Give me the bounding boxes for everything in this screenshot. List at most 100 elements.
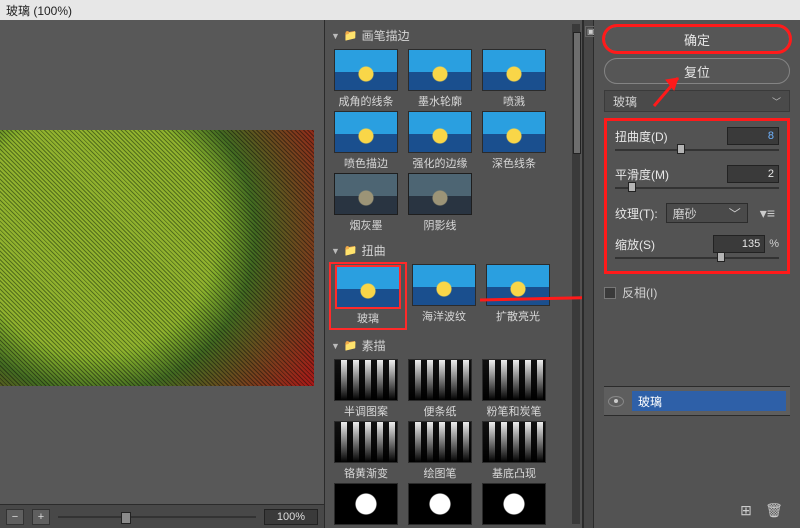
- distortion-slider[interactable]: [615, 147, 779, 153]
- thumb-label: 烟灰墨: [350, 217, 383, 233]
- folder-label: 扭曲: [362, 242, 386, 259]
- preview-canvas: [0, 130, 314, 386]
- gallery-scrollbar[interactable]: [572, 24, 580, 524]
- thumb-ocean-ripple[interactable]: 海洋波纹: [409, 264, 479, 328]
- param-distortion: 扭曲度(D): [615, 127, 779, 153]
- panel-toggle[interactable]: ▣: [583, 20, 594, 528]
- param-label: 缩放(S): [615, 236, 655, 253]
- folder-distort[interactable]: ▼ 📁 扭曲: [331, 239, 582, 262]
- thumb-label: 强化的边缘: [413, 155, 468, 171]
- applied-filters: 玻璃: [604, 386, 790, 416]
- thumb-halftone[interactable]: 半调图案: [331, 359, 401, 419]
- brush-grid: 成角的线条 墨水轮廓 喷溅 喷色描边 强化的边缘 深色线条 烟灰墨 阴影线: [331, 47, 582, 239]
- thumb-sprayed-strokes[interactable]: 喷色描边: [331, 111, 401, 171]
- chevron-down-icon: ﹀: [772, 95, 781, 108]
- thumb-reticulation[interactable]: 云彩效果: [331, 483, 401, 528]
- applied-filter-row[interactable]: 玻璃: [632, 391, 786, 411]
- param-scale: 缩放(S) %: [615, 235, 779, 261]
- scale-input[interactable]: [713, 235, 765, 253]
- invert-checkbox[interactable]: [604, 287, 616, 299]
- thumb-sumie[interactable]: 烟灰墨: [331, 173, 401, 233]
- scale-suffix: %: [769, 238, 779, 250]
- thumb-bas-relief[interactable]: 基底凸现: [479, 421, 549, 481]
- thumb-waterpaper[interactable]: 水彩画纸: [405, 483, 475, 528]
- texture-value: 磨砂: [673, 205, 697, 222]
- param-label: 纹理(T):: [615, 205, 658, 222]
- thumb-label: 便条纸: [424, 403, 457, 419]
- sketch-grid: 半调图案 便条纸 粉笔和炭笔 铬黄渐变 绘图笔 基底凸现 云彩效果 水彩画纸 撕…: [331, 357, 582, 528]
- param-label: 平滑度(M): [615, 166, 669, 183]
- zoom-in-button[interactable]: +: [32, 509, 50, 525]
- preview-pane: − + 100%: [0, 20, 325, 528]
- thumb-label: 基底凸现: [492, 465, 536, 481]
- distortion-input[interactable]: [727, 127, 779, 145]
- texture-select[interactable]: 磨砂 ﹀: [666, 203, 748, 223]
- param-smoothness: 平滑度(M): [615, 165, 779, 191]
- thumb-label: 阴影线: [424, 217, 457, 233]
- smoothness-input[interactable]: [727, 165, 779, 183]
- thumb-label: 墨水轮廓: [418, 93, 462, 109]
- chevron-down-icon: ▼: [331, 31, 340, 41]
- thumb-angled-strokes[interactable]: 成角的线条: [331, 49, 401, 109]
- params-box: 扭曲度(D) 平滑度(M) 纹理(T): 磨砂 ﹀: [604, 118, 790, 274]
- distort-grid: 玻璃 海洋波纹 扩散亮光: [331, 262, 582, 334]
- thumb-label: 喷色描边: [344, 155, 388, 171]
- thumb-glass[interactable]: 玻璃: [331, 264, 405, 328]
- param-texture: 纹理(T): 磨砂 ﹀ ▾≡: [615, 203, 779, 223]
- applied-filter-label: 玻璃: [638, 393, 662, 410]
- thumb-label: 玻璃: [357, 310, 379, 326]
- folder-label: 素描: [362, 337, 386, 354]
- folder-label: 画笔描边: [362, 27, 410, 44]
- filter-name: 玻璃: [613, 93, 637, 110]
- filter-gallery: ▼ 📁 画笔描边 成角的线条 墨水轮廓 喷溅 喷色描边 强化的边缘 深色线条 烟…: [325, 20, 583, 528]
- thumb-label: 铬黄渐变: [344, 465, 388, 481]
- folder-brush-strokes[interactable]: ▼ 📁 画笔描边: [331, 24, 582, 47]
- invert-row: 反相(I): [604, 280, 790, 301]
- reset-button[interactable]: 复位: [604, 58, 790, 84]
- visibility-icon[interactable]: [608, 396, 624, 407]
- thumb-chrome[interactable]: 铬黄渐变: [331, 421, 401, 481]
- load-texture-button[interactable]: ▾≡: [756, 205, 779, 222]
- zoom-value[interactable]: 100%: [264, 509, 318, 525]
- app-root: − + 100% ▼ 📁 画笔描边 成角的线条 墨水轮廓 喷溅 喷色描边 强化的…: [0, 20, 800, 528]
- thumb-chalk-charcoal[interactable]: 粉笔和炭笔: [479, 359, 549, 419]
- thumb-ink-outlines[interactable]: 墨水轮廓: [405, 49, 475, 109]
- thumb-label: 喷溅: [503, 93, 525, 109]
- folder-icon: 📁: [344, 244, 358, 257]
- thumb-crosshatch[interactable]: 阴影线: [405, 173, 475, 233]
- chevron-down-icon: ▼: [331, 341, 340, 351]
- chevron-down-icon: ▼: [331, 246, 340, 256]
- zoom-slider[interactable]: [58, 516, 256, 518]
- thumb-spatter[interactable]: 喷溅: [479, 49, 549, 109]
- smoothness-slider[interactable]: [615, 185, 779, 191]
- invert-label: 反相(I): [622, 284, 657, 301]
- folder-sketch[interactable]: ▼ 📁 素描: [331, 334, 582, 357]
- delete-effect-button[interactable]: 🗑: [766, 502, 782, 518]
- thumb-label: 成角的线条: [339, 93, 394, 109]
- thumb-label: 海洋波纹: [422, 308, 466, 324]
- thumb-label: 深色线条: [492, 155, 536, 171]
- footer-bar: ⊞ 🗑: [604, 498, 790, 522]
- window-title: 玻璃 (100%): [0, 0, 800, 20]
- thumb-label: 粉笔和炭笔: [487, 403, 542, 419]
- new-effect-layer-button[interactable]: ⊞: [738, 502, 754, 518]
- canvas-wrap: [0, 20, 324, 504]
- scale-slider[interactable]: [615, 255, 779, 261]
- thumb-accented-edges[interactable]: 强化的边缘: [405, 111, 475, 171]
- zoom-bar: − + 100%: [0, 504, 324, 528]
- thumb-diffuse-glow[interactable]: 扩散亮光: [483, 264, 553, 328]
- param-label: 扭曲度(D): [615, 128, 668, 145]
- thumb-dark-strokes[interactable]: 深色线条: [479, 111, 549, 171]
- zoom-out-button[interactable]: −: [6, 509, 24, 525]
- thumb-notepaper[interactable]: 便条纸: [405, 359, 475, 419]
- ok-button[interactable]: 确定: [604, 26, 790, 52]
- thumb-label: 绘图笔: [424, 465, 457, 481]
- folder-icon: 📁: [344, 339, 358, 352]
- settings-panel: 确定 复位 玻璃 ﹀ 扭曲度(D) 平滑度(M): [594, 20, 800, 528]
- thumb-graphic-pen[interactable]: 绘图笔: [405, 421, 475, 481]
- thumb-label: 半调图案: [344, 403, 388, 419]
- thumb-torn-edges[interactable]: 撕边: [479, 483, 549, 528]
- chevron-down-icon: ﹀: [729, 205, 741, 222]
- filter-dropdown[interactable]: 玻璃 ﹀: [604, 90, 790, 112]
- folder-icon: 📁: [344, 29, 358, 42]
